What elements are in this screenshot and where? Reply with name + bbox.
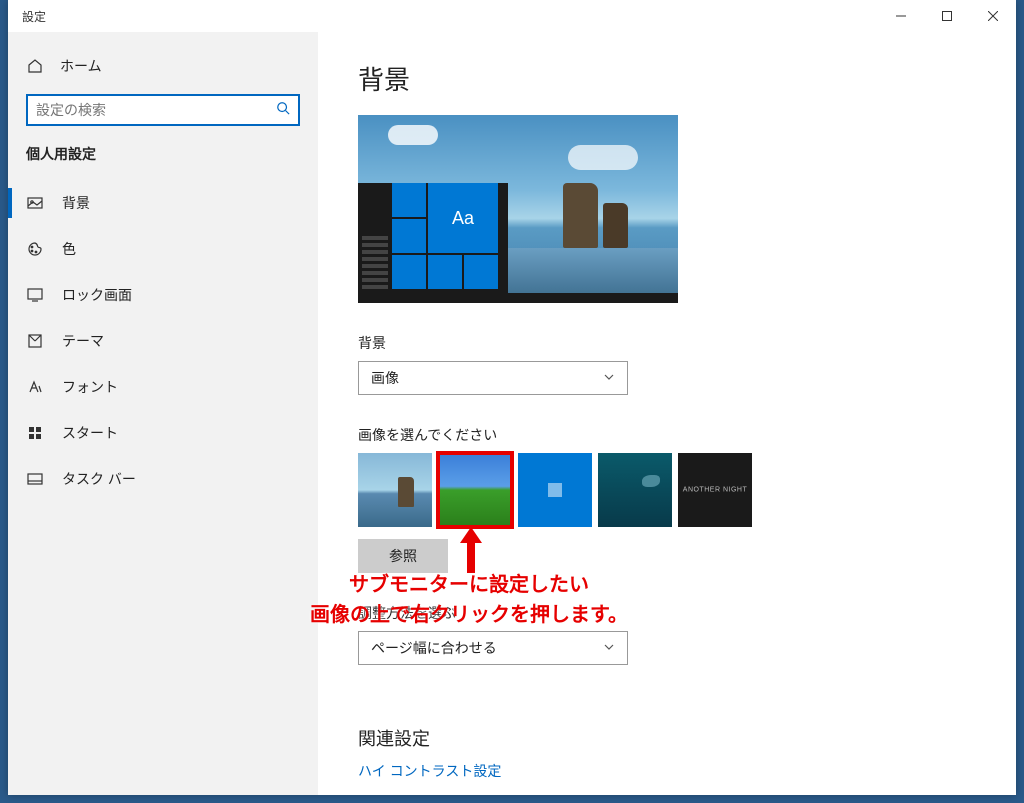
sidebar-item-themes[interactable]: テーマ — [8, 318, 318, 364]
sidebar-item-lockscreen[interactable]: ロック画面 — [8, 272, 318, 318]
maximize-button[interactable] — [924, 0, 970, 32]
sidebar-item-taskbar[interactable]: タスク バー — [8, 456, 318, 502]
home-label: ホーム — [60, 56, 102, 76]
background-type-label: 背景 — [358, 333, 976, 353]
search-box[interactable] — [26, 94, 300, 126]
sidebar-item-label: スタート — [62, 423, 118, 443]
settings-window: 設定 ホーム — [8, 0, 1016, 795]
sidebar-item-fonts[interactable]: フォント — [8, 364, 318, 410]
image-thumb-4[interactable]: ANOTHER NIGHT — [678, 453, 752, 527]
annotation-text: サブモニターに設定したい 画像の上で右クリックを押します。 — [310, 570, 628, 630]
sidebar-item-label: 背景 — [62, 193, 90, 213]
sidebar-item-colors[interactable]: 色 — [8, 226, 318, 272]
picture-icon — [26, 194, 44, 212]
sidebar-item-label: フォント — [62, 377, 118, 397]
background-preview: Aa — [358, 115, 678, 303]
image-thumb-2[interactable] — [518, 453, 592, 527]
background-type-dropdown[interactable]: 画像 — [358, 361, 628, 395]
section-label: 個人用設定 — [8, 126, 318, 174]
home-link[interactable]: ホーム — [8, 46, 318, 86]
dropdown-value: ページ幅に合わせる — [371, 638, 497, 658]
annotation-arrow — [456, 525, 486, 575]
sidebar-item-background[interactable]: 背景 — [8, 180, 318, 226]
chevron-down-icon — [603, 640, 615, 656]
home-icon — [26, 57, 44, 75]
sidebar: ホーム 個人用設定 背景 色 — [8, 32, 318, 795]
image-thumbnails: ANOTHER NIGHT — [358, 453, 976, 527]
browse-button[interactable]: 参照 — [358, 539, 448, 573]
search-input[interactable] — [36, 102, 276, 118]
sidebar-item-label: テーマ — [62, 331, 104, 351]
palette-icon — [26, 240, 44, 258]
sidebar-nav: 背景 色 ロック画面 テーマ フォント — [8, 180, 318, 502]
minimize-button[interactable] — [878, 0, 924, 32]
font-icon — [26, 378, 44, 396]
page-title: 背景 — [358, 60, 976, 97]
image-thumb-0[interactable] — [358, 453, 432, 527]
lock-screen-icon — [26, 286, 44, 304]
high-contrast-link[interactable]: ハイ コントラスト設定 — [358, 761, 976, 781]
window-title: 設定 — [22, 8, 46, 25]
sidebar-item-label: 色 — [62, 239, 76, 259]
dropdown-value: 画像 — [371, 368, 399, 388]
titlebar: 設定 — [8, 0, 1016, 32]
image-thumb-1[interactable] — [438, 453, 512, 527]
sidebar-item-start[interactable]: スタート — [8, 410, 318, 456]
close-button[interactable] — [970, 0, 1016, 32]
preview-tile-text: Aa — [428, 183, 498, 253]
theme-icon — [26, 332, 44, 350]
chevron-down-icon — [603, 370, 615, 386]
main-content: 背景 Aa — [318, 32, 1016, 795]
related-settings-title: 関連設定 — [358, 725, 976, 751]
window-controls — [878, 0, 1016, 32]
choose-image-label: 画像を選んでください — [358, 425, 976, 445]
sidebar-item-label: ロック画面 — [62, 285, 132, 305]
sidebar-item-label: タスク バー — [62, 469, 136, 489]
search-icon — [276, 101, 290, 120]
image-thumb-3[interactable] — [598, 453, 672, 527]
start-icon — [26, 424, 44, 442]
taskbar-icon — [26, 470, 44, 488]
fit-dropdown[interactable]: ページ幅に合わせる — [358, 631, 628, 665]
